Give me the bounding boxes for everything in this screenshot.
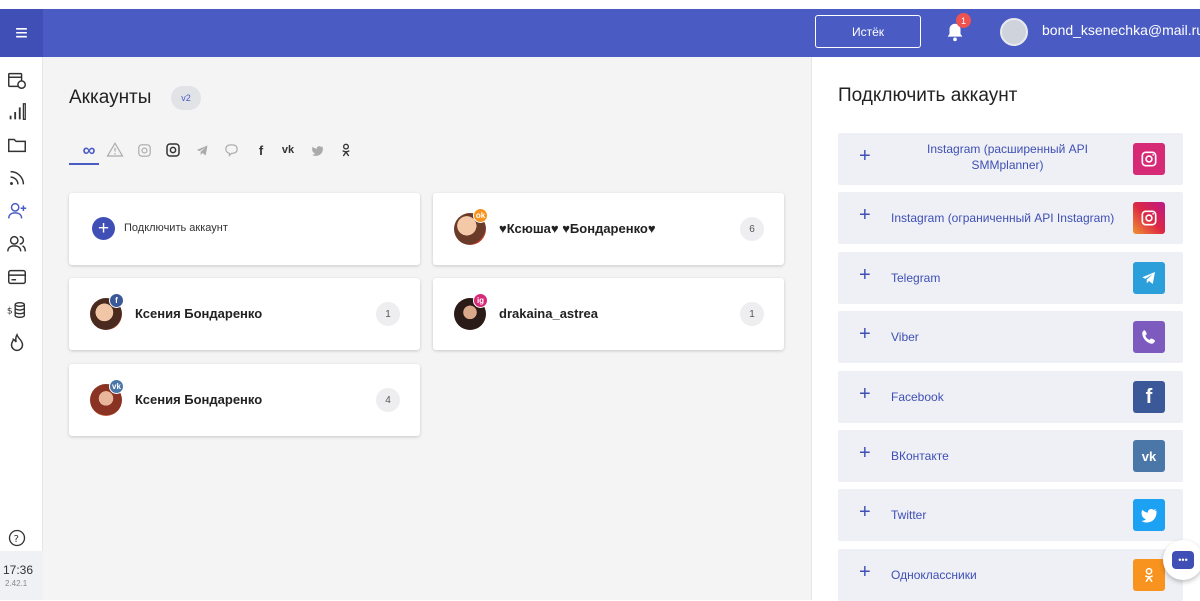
account-count: 6: [740, 217, 764, 241]
account-card[interactable]: f Ксения Бондаренко 1: [69, 278, 420, 350]
plus-icon: +: [859, 383, 871, 405]
billing-icon[interactable]: $: [6, 299, 28, 321]
network-label: Instagram (расширенный API SMMplanner): [927, 142, 1088, 172]
odnoklassniki-icon: ok: [473, 208, 488, 223]
network-label: Одноклассники: [891, 568, 977, 582]
add-user-icon[interactable]: [6, 200, 28, 222]
telegram-icon: [1133, 262, 1165, 294]
connect-instagram-extended-button[interactable]: + Instagram (расширенный API SMMplanner): [838, 133, 1183, 185]
network-label: ВКонтакте: [891, 449, 949, 463]
account-count: 1: [740, 302, 764, 326]
filter-instagram-icon[interactable]: [134, 139, 154, 161]
account-card[interactable]: ig drakaina_astrea 1: [433, 278, 784, 350]
vk-icon: vk: [1133, 440, 1165, 472]
network-label: Viber: [891, 330, 919, 344]
filter-facebook-icon[interactable]: f: [251, 139, 271, 161]
top-header: ≡ Истёк 1 bond_ksenechka@mail.ru: [0, 9, 1200, 57]
vk-icon: vk: [109, 379, 124, 394]
facebook-icon: f: [109, 293, 124, 308]
odnoklassniki-icon: [1133, 559, 1165, 591]
plus-icon: +: [859, 323, 871, 345]
app-version: 2.42.1: [5, 579, 28, 588]
connect-viber-button[interactable]: + Viber: [838, 311, 1183, 363]
help-icon[interactable]: ?: [7, 528, 27, 548]
filter-telegram-icon[interactable]: [192, 139, 212, 161]
version-badge[interactable]: v2: [171, 86, 201, 110]
filter-warning-icon[interactable]: [105, 139, 125, 161]
avatar[interactable]: [1000, 18, 1028, 46]
plus-icon: +: [859, 145, 871, 167]
subscription-status-button[interactable]: Истёк: [815, 15, 921, 48]
filter-instagram-api-icon[interactable]: [163, 139, 183, 161]
filter-odnoklassniki-icon[interactable]: [336, 139, 356, 161]
network-label: Instagram (ограниченный API Instagram): [891, 211, 1115, 225]
chat-button[interactable]: •••: [1163, 540, 1200, 580]
plus-icon: +: [859, 561, 871, 583]
connect-panel: Подключить аккаунт + Instagram (расширен…: [811, 57, 1200, 601]
account-name: Ксения Бондаренко: [135, 392, 263, 407]
plus-icon: +: [859, 442, 871, 464]
account-count: 4: [376, 388, 400, 412]
account-count: 1: [376, 302, 400, 326]
active-filter-underline: [69, 163, 99, 165]
users-icon[interactable]: [6, 233, 28, 255]
svg-text:$: $: [7, 306, 13, 317]
viber-icon: [1133, 321, 1165, 353]
stats-icon[interactable]: [6, 101, 28, 123]
connect-twitter-button[interactable]: + Twitter: [838, 489, 1183, 541]
sidebar: $ ? 17:36 2.42.1: [0, 57, 43, 600]
filter-twitter-icon[interactable]: [307, 139, 327, 161]
user-email[interactable]: bond_ksenechka@mail.ru: [1042, 22, 1200, 38]
plus-icon: +: [859, 204, 871, 226]
connect-facebook-button[interactable]: + Facebook f: [838, 371, 1183, 423]
plus-icon: +: [859, 501, 871, 523]
twitter-icon: [1133, 499, 1165, 531]
page-title: Аккаунты: [69, 87, 152, 108]
top-strip: [0, 0, 1200, 9]
account-name: Ксения Бондаренко: [135, 306, 263, 321]
clock-time: 17:36: [3, 563, 34, 577]
chat-icon: •••: [1172, 551, 1194, 569]
main-content: Аккаунты v2 ∞ f vk + Подключить аккаунт: [43, 57, 811, 600]
folder-icon[interactable]: [6, 134, 28, 156]
network-label: Facebook: [891, 390, 944, 404]
filter-vk-icon[interactable]: vk: [278, 139, 298, 161]
account-card[interactable]: ok ♥Ксюша♥ ♥Бондаренко♥ 6: [433, 193, 784, 265]
instagram-icon: ig: [473, 293, 488, 308]
plus-icon: +: [859, 264, 871, 286]
instagram-icon: [1133, 202, 1165, 234]
account-card[interactable]: vk Ксения Бондаренко 4: [69, 364, 420, 436]
connect-telegram-button[interactable]: + Telegram: [838, 252, 1183, 304]
instagram-icon: [1133, 143, 1165, 175]
fire-icon[interactable]: [6, 332, 28, 354]
calendar-clock-icon[interactable]: [6, 69, 28, 91]
connect-account-label: Подключить аккаунт: [124, 222, 228, 234]
account-name: ♥Ксюша♥ ♥Бондаренко♥: [499, 221, 656, 236]
connect-account-card[interactable]: + Подключить аккаунт: [69, 193, 420, 265]
rss-icon[interactable]: [6, 167, 28, 189]
connect-odnoklassniki-button[interactable]: + Одноклассники: [838, 549, 1183, 601]
network-label: Twitter: [891, 508, 927, 522]
connect-panel-title: Подключить аккаунт: [838, 85, 1018, 106]
facebook-icon: f: [1133, 381, 1165, 413]
connect-instagram-limited-button[interactable]: + Instagram (ограниченный API Instagram): [838, 192, 1183, 244]
menu-icon[interactable]: ≡: [0, 9, 43, 57]
card-icon[interactable]: [6, 266, 28, 288]
account-name: drakaina_astrea: [499, 306, 599, 321]
filter-all-icon[interactable]: ∞: [79, 139, 99, 161]
network-label: Telegram: [891, 271, 941, 285]
plus-circle-icon: +: [92, 217, 115, 240]
svg-text:?: ?: [14, 534, 19, 545]
filter-viber-icon[interactable]: [221, 139, 241, 161]
notification-badge: 1: [956, 13, 971, 28]
connect-vk-button[interactable]: + ВКонтакте vk: [838, 430, 1183, 482]
